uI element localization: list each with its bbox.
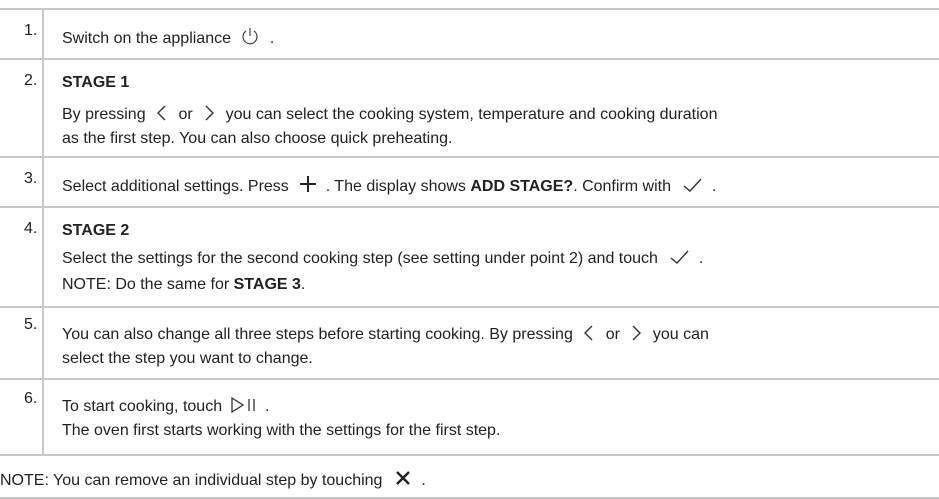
step-number: 4.	[24, 220, 38, 237]
chevron-right-icon	[205, 105, 215, 121]
step-row-2: 2. STAGE 1 By pressing or you can select…	[0, 58, 939, 156]
power-icon	[242, 27, 259, 45]
chevron-left-icon	[584, 325, 593, 341]
step-text: Switch on the appliance .	[62, 27, 939, 50]
step-row-4: 4. STAGE 2 Select the settings for the s…	[0, 206, 939, 306]
step-title: STAGE 1	[62, 74, 130, 91]
play-pause-icon	[230, 396, 255, 413]
chevron-left-icon	[157, 105, 166, 121]
step-text: STAGE 1	[62, 72, 939, 94]
checkmark-icon	[670, 250, 689, 264]
step-number: 1.	[24, 22, 38, 39]
step-number: 6.	[24, 390, 38, 407]
step-row-1: 1. Switch on the appliance .	[0, 8, 939, 58]
checkmark-icon	[683, 178, 702, 192]
step-title: STAGE 2	[62, 222, 130, 239]
step-number: 3.	[24, 170, 38, 187]
plus-icon	[300, 175, 317, 192]
step-number: 5.	[24, 316, 38, 333]
close-icon	[396, 471, 410, 486]
chevron-right-icon	[632, 325, 642, 341]
step-row-3: 3. Select additional settings. Press . T…	[0, 156, 939, 206]
instruction-table: 1. Switch on the appliance . 2. STAGE 1 …	[0, 0, 939, 499]
footer-note-row: NOTE: You can remove an individual step …	[0, 454, 939, 499]
footer-note: NOTE: You can remove an individual step …	[0, 470, 939, 492]
step-row-5: 5. You can also change all three steps b…	[0, 306, 939, 378]
step-text: Select additional settings. Press . The …	[62, 175, 939, 198]
step-row-6: 6. To start cooking, touch . The oven fi…	[0, 378, 939, 454]
step-number: 2.	[24, 72, 38, 89]
